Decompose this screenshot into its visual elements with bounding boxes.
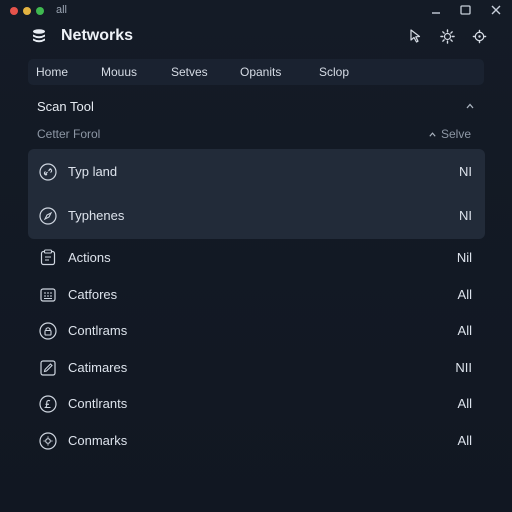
filter-label[interactable]: Cetter Forol <box>37 127 100 141</box>
list-item-value: All <box>457 287 472 302</box>
list-item-value: NI <box>459 164 472 179</box>
tab-setves[interactable]: Setves <box>171 65 208 79</box>
tab-bar: Home Mouus Setves Opanits Sclop <box>28 59 484 85</box>
settings-icon <box>472 29 486 43</box>
minimize-icon <box>432 12 440 14</box>
list-item[interactable]: Contlrants All <box>28 388 485 420</box>
list-item-label: Typ land <box>68 164 118 179</box>
list-item-label: Contlrants <box>68 396 128 411</box>
close-button[interactable] <box>488 2 504 18</box>
list-item[interactable]: Catimares NII <box>28 352 485 384</box>
link-circle-icon <box>39 163 57 181</box>
cursor-button[interactable] <box>407 27 425 45</box>
list-item-label: Actions <box>68 250 111 265</box>
settings-button[interactable] <box>470 27 488 45</box>
list-item-value: All <box>457 323 472 338</box>
sort-control[interactable]: Selve <box>428 127 471 141</box>
edit-box-icon <box>40 360 56 376</box>
list-item-value: All <box>457 433 472 448</box>
cursor-icon <box>410 29 421 43</box>
app-header: Networks <box>0 22 512 52</box>
list-item[interactable]: Catfores All <box>28 279 485 311</box>
lock-circle-icon <box>39 322 57 340</box>
chevron-up-icon <box>429 131 436 137</box>
page-title: Networks <box>61 27 134 44</box>
maximize-button[interactable] <box>457 2 473 18</box>
list-item[interactable]: Actions Nil <box>28 242 485 274</box>
list-item-value: All <box>457 396 472 411</box>
maximize-icon <box>459 5 471 15</box>
tab-home[interactable]: Home <box>36 65 68 79</box>
section-title: Scan Tool <box>37 99 94 114</box>
sort-label: Selve <box>441 127 472 141</box>
list-item-label: Catfores <box>68 287 118 302</box>
list-item[interactable]: Typ land NI <box>28 156 485 188</box>
chevron-up-icon[interactable] <box>464 100 476 112</box>
window-title: all <box>56 4 68 16</box>
list-item-label: Catimares <box>68 360 128 375</box>
list-item[interactable]: Typhenes NI <box>28 200 485 232</box>
zoom-dot-button[interactable] <box>36 7 44 15</box>
list-item-label: Conmarks <box>68 433 128 448</box>
tab-mouus[interactable]: Mouus <box>101 65 137 79</box>
list-item-value: Nil <box>456 250 472 265</box>
list-item-value: NII <box>455 360 472 375</box>
list-item[interactable]: Conmarks All <box>28 425 485 457</box>
minimize-dot-button[interactable] <box>23 7 31 15</box>
close-icon <box>491 5 501 15</box>
tab-sclop[interactable]: Sclop <box>319 65 349 79</box>
list-item-value: NI <box>459 208 472 223</box>
gear-button[interactable] <box>438 27 456 45</box>
title-bar: all <box>0 0 512 22</box>
compass-circle-icon <box>39 207 57 225</box>
minimize-button[interactable] <box>428 2 444 18</box>
list-item-label: Typhenes <box>68 208 125 223</box>
gear-icon <box>439 28 455 44</box>
close-dot-button[interactable] <box>10 7 18 15</box>
gear-circle-icon <box>39 432 57 450</box>
grid-box-icon <box>40 288 56 302</box>
database-icon <box>33 29 45 43</box>
tab-opanits[interactable]: Opanits <box>240 65 281 79</box>
list-item-label: Contlrams <box>68 323 128 338</box>
clipboard-icon <box>40 249 56 266</box>
app-window: all Networks Home Mouus Setves Opanits S… <box>0 0 512 512</box>
list-item[interactable]: Contlrams All <box>28 315 485 347</box>
currency-circle-icon <box>39 395 57 413</box>
